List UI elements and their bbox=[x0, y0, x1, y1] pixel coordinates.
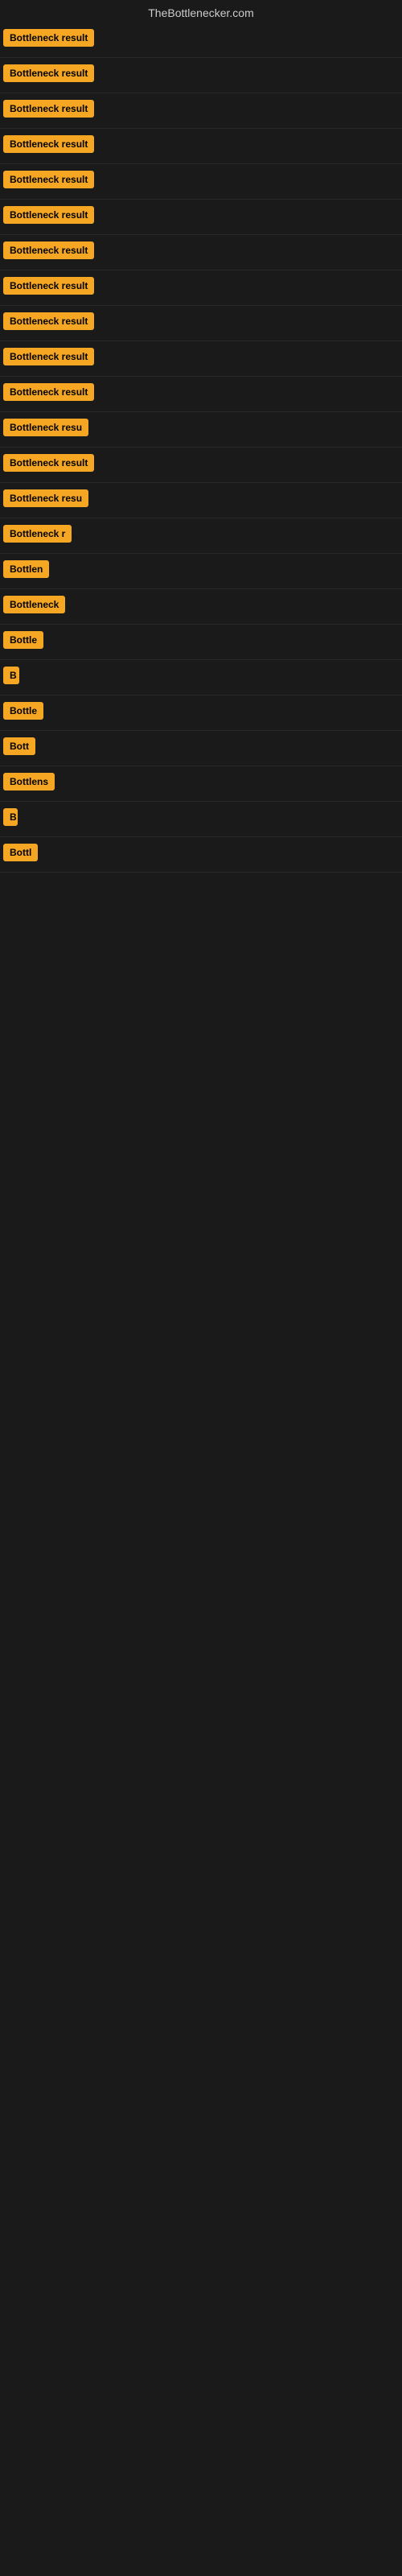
bottleneck-result-badge[interactable]: Bottleneck resu bbox=[3, 489, 88, 507]
list-item: Bottleneck bbox=[0, 589, 402, 625]
bottleneck-result-badge[interactable]: Bottleneck result bbox=[3, 348, 94, 365]
list-item: Bottleneck result bbox=[0, 235, 402, 270]
list-item: B bbox=[0, 660, 402, 696]
list-item: Bottleneck result bbox=[0, 200, 402, 235]
list-item: Bottleneck result bbox=[0, 23, 402, 58]
list-item: Bottl bbox=[0, 837, 402, 873]
list-item: Bottleneck resu bbox=[0, 412, 402, 448]
bottleneck-result-badge[interactable]: Bottleneck result bbox=[3, 206, 94, 224]
list-item: Bottleneck result bbox=[0, 377, 402, 412]
site-title-bar: TheBottlenecker.com bbox=[0, 0, 402, 23]
list-item: Bottlens bbox=[0, 766, 402, 802]
bottleneck-result-badge[interactable]: Bottleneck bbox=[3, 596, 65, 613]
bottleneck-result-badge[interactable]: Bottleneck r bbox=[3, 525, 72, 543]
list-item: Bottleneck result bbox=[0, 164, 402, 200]
list-item: Bottleneck result bbox=[0, 58, 402, 93]
list-item: Bottleneck r bbox=[0, 518, 402, 554]
site-title: TheBottlenecker.com bbox=[0, 0, 402, 23]
list-item: Bottleneck resu bbox=[0, 483, 402, 518]
bottleneck-result-badge[interactable]: Bottleneck result bbox=[3, 135, 94, 153]
bottleneck-result-badge[interactable]: Bottleneck result bbox=[3, 171, 94, 188]
bottleneck-result-badge[interactable]: Bottlen bbox=[3, 560, 49, 578]
list-item: Bottleneck result bbox=[0, 270, 402, 306]
bottleneck-result-badge[interactable]: Bottleneck result bbox=[3, 383, 94, 401]
bottleneck-result-badge[interactable]: Bott bbox=[3, 737, 35, 755]
list-item: Bott bbox=[0, 731, 402, 766]
list-item: Bottleneck result bbox=[0, 341, 402, 377]
bottleneck-result-badge[interactable]: Bottleneck result bbox=[3, 277, 94, 295]
bottleneck-result-badge[interactable]: Bottleneck result bbox=[3, 242, 94, 259]
bottleneck-result-badge[interactable]: Bottlens bbox=[3, 773, 55, 791]
bottleneck-result-badge[interactable]: B bbox=[3, 808, 18, 826]
bottleneck-result-badge[interactable]: Bottle bbox=[3, 631, 43, 649]
rows-container: Bottleneck result Bottleneck result Bottle… bbox=[0, 23, 402, 873]
bottleneck-result-badge[interactable]: Bottl bbox=[3, 844, 38, 861]
list-item: B bbox=[0, 802, 402, 837]
bottleneck-result-badge[interactable]: Bottleneck result bbox=[3, 312, 94, 330]
list-item: Bottlen bbox=[0, 554, 402, 589]
list-item: Bottleneck result bbox=[0, 93, 402, 129]
list-item: Bottle bbox=[0, 625, 402, 660]
list-item: Bottleneck result bbox=[0, 129, 402, 164]
bottleneck-result-badge[interactable]: Bottleneck result bbox=[3, 64, 94, 82]
bottleneck-result-badge[interactable]: Bottleneck result bbox=[3, 29, 94, 47]
list-item: Bottleneck result bbox=[0, 306, 402, 341]
list-item: Bottle bbox=[0, 696, 402, 731]
bottleneck-result-badge[interactable]: Bottle bbox=[3, 702, 43, 720]
list-item: Bottleneck result bbox=[0, 448, 402, 483]
bottleneck-result-badge[interactable]: B bbox=[3, 667, 19, 684]
bottleneck-result-badge[interactable]: Bottleneck result bbox=[3, 100, 94, 118]
bottleneck-result-badge[interactable]: Bottleneck resu bbox=[3, 419, 88, 436]
bottleneck-result-badge[interactable]: Bottleneck result bbox=[3, 454, 94, 472]
